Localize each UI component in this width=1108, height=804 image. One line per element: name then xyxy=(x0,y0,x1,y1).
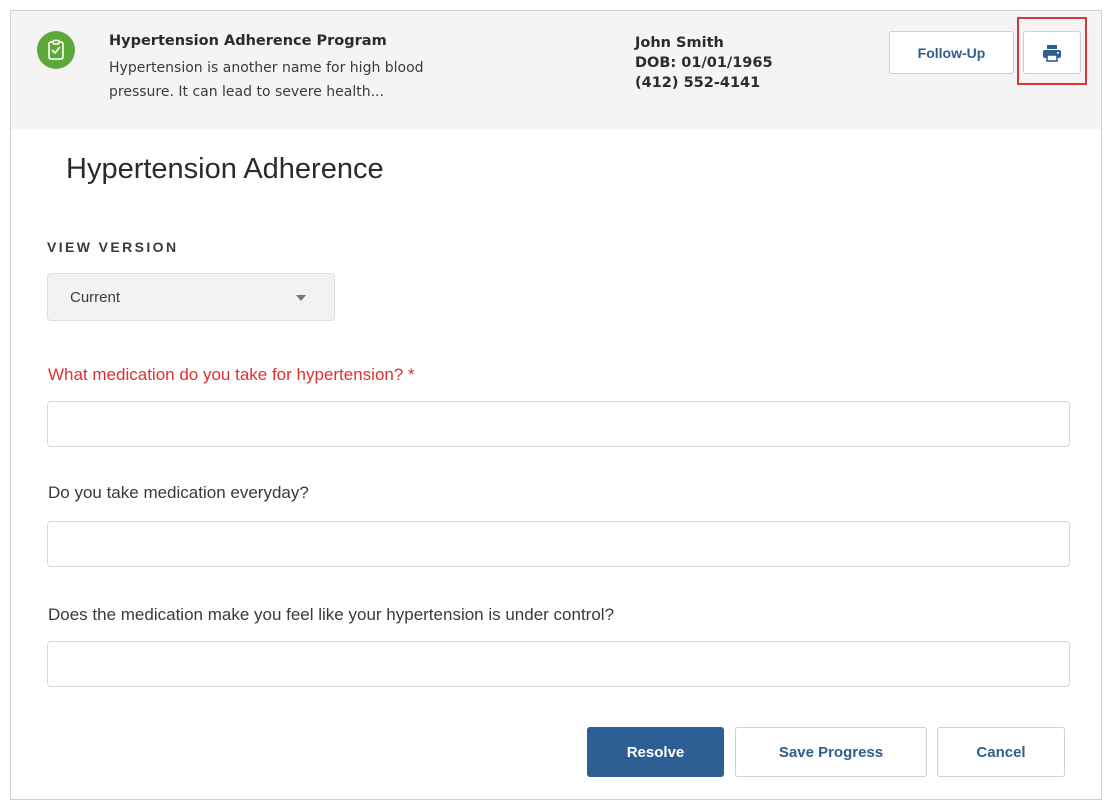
clipboard-icon xyxy=(48,39,64,60)
resolve-button[interactable]: Resolve xyxy=(587,727,724,777)
program-description: Hypertension is another name for high bl… xyxy=(109,56,549,104)
program-description-line: pressure. It can lead to severe health..… xyxy=(109,84,384,100)
view-version-select[interactable]: Current xyxy=(47,273,335,321)
patient-phone: (412) 552-4141 xyxy=(635,75,761,91)
program-description-line: Hypertension is another name for high bl… xyxy=(109,60,424,76)
program-header: Hypertension Adherence Program Hypertens… xyxy=(11,11,1101,129)
print-button[interactable] xyxy=(1023,31,1081,74)
patient-dob: DOB: 01/01/1965 xyxy=(635,55,773,71)
view-version-value: Current xyxy=(70,289,121,306)
chevron-down-icon xyxy=(296,295,306,301)
question-control-label: Does the medication make you feel like y… xyxy=(48,605,615,624)
patient-name: John Smith xyxy=(635,35,724,51)
form-panel: Hypertension Adherence Program Hypertens… xyxy=(10,10,1102,800)
program-title: Hypertension Adherence Program xyxy=(109,33,387,49)
follow-up-button[interactable]: Follow-Up xyxy=(889,31,1014,74)
save-progress-button[interactable]: Save Progress xyxy=(735,727,927,777)
program-logo xyxy=(37,31,75,69)
cancel-button[interactable]: Cancel xyxy=(937,727,1065,777)
patient-info: John Smith DOB: 01/01/1965 (412) 552-414… xyxy=(635,33,835,93)
question-everyday-label: Do you take medication everyday? xyxy=(48,483,309,502)
print-icon xyxy=(1043,44,1061,62)
question-medication-input[interactable] xyxy=(47,401,1070,447)
question-everyday-input[interactable] xyxy=(47,521,1070,567)
question-control-input[interactable] xyxy=(47,641,1070,687)
view-version-label: VIEW VERSION xyxy=(47,239,179,255)
page-title: Hypertension Adherence xyxy=(66,153,384,185)
question-medication-label: What medication do you take for hyperten… xyxy=(48,365,415,384)
